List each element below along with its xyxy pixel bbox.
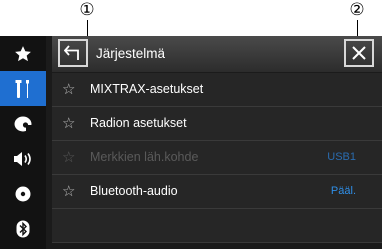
list-item-value: USB1	[327, 151, 356, 163]
list-item-radio-settings[interactable]: ☆ Radion asetukset	[52, 107, 382, 141]
star-icon	[15, 45, 31, 61]
back-arrow-icon	[64, 45, 79, 60]
close-button[interactable]	[344, 39, 374, 67]
favorite-star-icon[interactable]: ☆	[62, 73, 75, 106]
sidebar-item-bluetooth[interactable]	[0, 211, 46, 246]
close-icon	[352, 46, 366, 60]
favorite-star-icon[interactable]: ☆	[62, 107, 75, 140]
list-item-label: MIXTRAX-asetukset	[90, 82, 204, 96]
list-item-source: ☆ Merkkien läh.kohde USB1	[52, 141, 382, 175]
list-item-value: Pääl.	[330, 185, 356, 197]
bluetooth-icon	[16, 220, 30, 237]
list-item-mixtrax[interactable]: ☆ MIXTRAX-asetukset	[52, 73, 382, 107]
list-item-empty	[52, 209, 382, 243]
sidebar-item-favorites[interactable]	[0, 36, 46, 71]
theme-icon	[14, 116, 32, 132]
sidebar-item-theme[interactable]	[0, 106, 46, 141]
callout-2: ②	[349, 0, 365, 20]
settings-tools-icon	[15, 79, 29, 98]
list-item-label: Radion asetukset	[90, 116, 187, 130]
page-title: Järjestelmä	[96, 46, 166, 61]
list-item-bluetooth-audio[interactable]: ☆ Bluetooth-audio Pääl.	[52, 175, 382, 209]
back-button[interactable]	[58, 39, 88, 67]
head-unit-screen: Järjestelmä ☆ MIXTRAX-asetukset ☆ Radion…	[0, 36, 382, 249]
list-item-label: Bluetooth-audio	[90, 184, 178, 198]
header-bar: Järjestelmä	[52, 36, 382, 72]
favorite-star-icon: ☆	[62, 148, 76, 166]
settings-list: ☆ MIXTRAX-asetukset ☆ Radion asetukset ☆…	[52, 73, 382, 249]
callout-1: ①	[79, 0, 95, 20]
favorite-star-icon[interactable]: ☆	[62, 175, 75, 208]
sidebar-item-settings[interactable]	[0, 71, 46, 106]
sidebar	[0, 36, 46, 249]
list-item-label: Merkkien läh.kohde	[90, 150, 199, 164]
audio-icon	[14, 151, 31, 166]
sidebar-item-audio[interactable]	[0, 141, 46, 176]
disc-icon	[15, 186, 31, 201]
sidebar-item-disc[interactable]	[0, 176, 46, 211]
